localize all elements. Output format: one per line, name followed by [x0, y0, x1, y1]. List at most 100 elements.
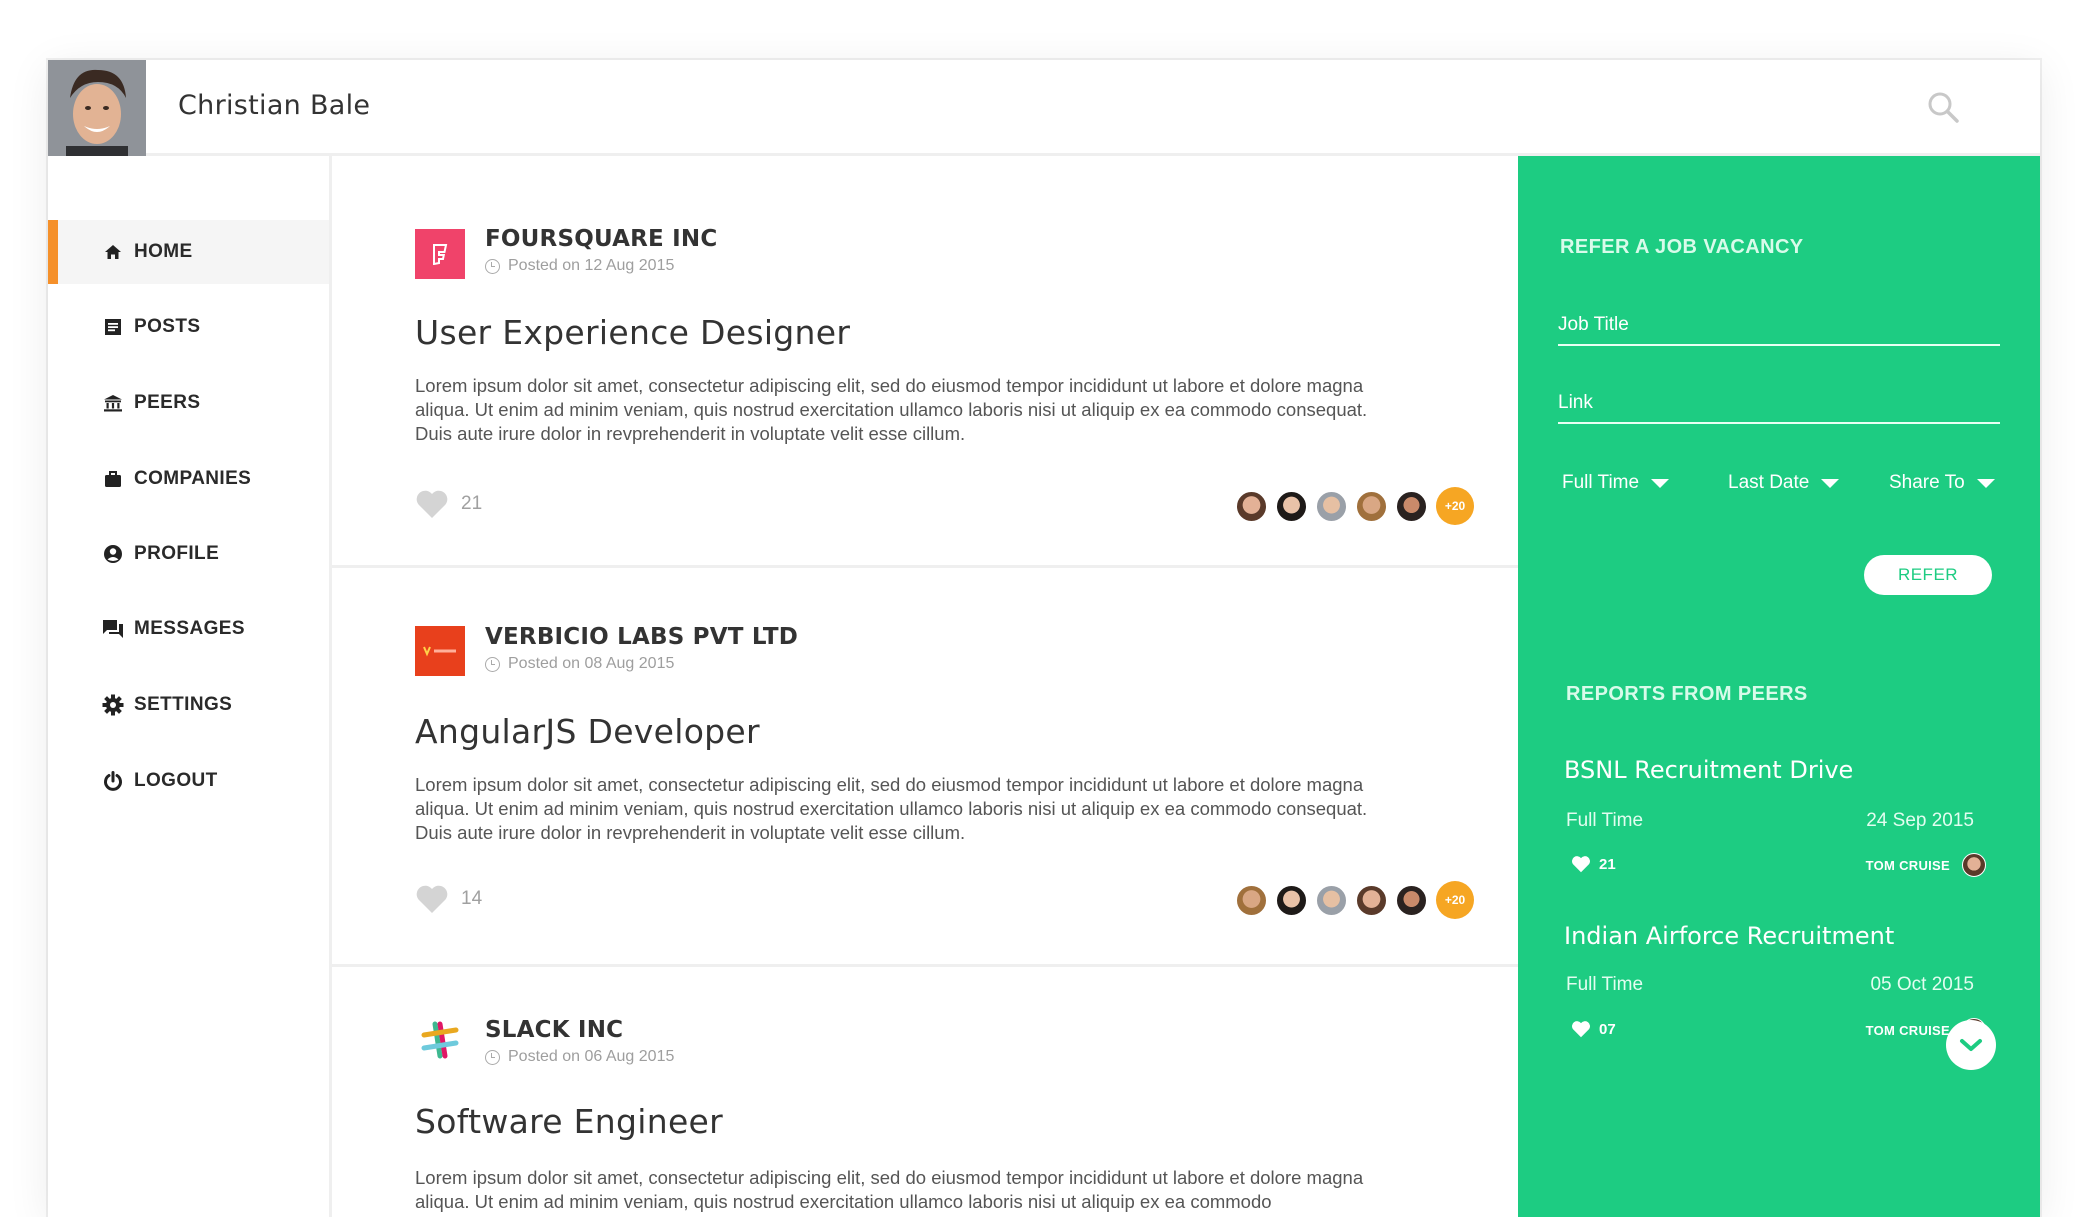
link-field[interactable]: Link [1558, 392, 2000, 424]
job-description: Lorem ipsum dolor sit amet, consectetur … [415, 375, 1368, 444]
more-peers-badge[interactable]: +20 [1436, 881, 1474, 919]
messages-icon [102, 618, 124, 640]
avatar[interactable] [1395, 489, 1428, 523]
job-card[interactable]: FOURSQUARE INC Posted on 12 Aug 2015 Use… [332, 156, 1518, 568]
refer-heading: REFER A JOB VACANCY [1560, 236, 1804, 258]
report-author-name: TOM CRUISE [1865, 857, 1950, 873]
like-button[interactable]: 14 [415, 884, 482, 914]
sidebar-item-label: HOME [134, 241, 193, 262]
avatar[interactable] [1275, 489, 1308, 523]
more-peers-badge[interactable]: +20 [1436, 487, 1474, 525]
avatar[interactable] [1355, 883, 1388, 917]
heart-icon [1571, 1021, 1591, 1038]
sidebar-item-label: COMPANIES [134, 468, 252, 489]
briefcase-icon [102, 468, 124, 490]
posted-date-text: Posted on 08 Aug 2015 [508, 655, 675, 672]
peer-avatars: +20 [1228, 487, 1474, 525]
sidebar-item-posts[interactable]: POSTS [48, 295, 329, 359]
job-type-dropdown[interactable]: Full Time [1562, 472, 1670, 494]
job-card[interactable]: VERBICIO LABS PVT LTD Posted on 08 Aug 2… [332, 568, 1518, 967]
scroll-down-button[interactable] [1946, 1020, 1996, 1070]
sidebar-item-logout[interactable]: LOGOUT [48, 749, 329, 813]
top-header: Christian Bale [48, 60, 2040, 156]
job-title[interactable]: Software Engineer [415, 1102, 723, 1141]
slack-logo [415, 1015, 465, 1065]
sidebar-item-label: PROFILE [134, 543, 220, 564]
company-name[interactable]: VERBICIO LABS PVT LTD [485, 624, 798, 650]
avatar [1962, 853, 1986, 877]
avatar[interactable] [48, 60, 146, 156]
app-window: Christian Bale HOME POSTS PEERS COMPANIE… [48, 60, 2040, 1217]
company-name[interactable]: SLACK INC [485, 1017, 623, 1043]
chevron-down-icon [1821, 478, 1840, 488]
company-name[interactable]: FOURSQUARE INC [485, 226, 717, 252]
avatar[interactable] [1355, 489, 1388, 523]
avatar[interactable] [1315, 883, 1348, 917]
sidebar-item-label: PEERS [134, 392, 201, 413]
job-description: Lorem ipsum dolor sit amet, consectetur … [415, 774, 1368, 843]
report-type: Full Time [1566, 974, 1644, 995]
like-button[interactable]: 21 [415, 489, 482, 519]
user-name: Christian Bale [178, 90, 371, 121]
like-count: 21 [461, 493, 483, 514]
reports-heading: REPORTS FROM PEERS [1566, 683, 1808, 705]
job-title[interactable]: AngularJS Developer [415, 712, 760, 751]
peers-icon [102, 392, 124, 414]
chevron-down-icon [1651, 478, 1670, 488]
avatar[interactable] [1275, 883, 1308, 917]
sidebar-item-peers[interactable]: PEERS [48, 371, 329, 435]
report-like-count: 21 [1599, 855, 1616, 873]
avatar[interactable] [1235, 489, 1268, 523]
dropdown-label: Full Time [1562, 472, 1640, 493]
last-date-dropdown[interactable]: Last Date [1728, 472, 1840, 494]
avatar[interactable] [1395, 883, 1428, 917]
sidebar-item-settings[interactable]: SETTINGS [48, 673, 329, 737]
report-like-button[interactable]: 21 [1571, 855, 1616, 873]
peer-avatars: +20 [1228, 881, 1474, 919]
report-like-count: 07 [1599, 1020, 1616, 1038]
profile-icon [102, 543, 124, 565]
report-date: 24 Sep 2015 [1866, 810, 1974, 831]
report-type: Full Time [1566, 810, 1644, 831]
chevron-down-icon [1960, 1039, 1982, 1051]
search-button[interactable] [1926, 90, 1962, 126]
sidebar-item-label: SETTINGS [134, 694, 233, 715]
sidebar-item-messages[interactable]: MESSAGES [48, 597, 329, 661]
job-title-field[interactable]: Job Title [1558, 314, 2000, 346]
search-icon [1928, 92, 1959, 123]
sidebar-item-label: LOGOUT [134, 770, 218, 791]
dropdown-label: Last Date [1728, 472, 1810, 493]
verbicio-logo [415, 626, 465, 676]
sidebar: HOME POSTS PEERS COMPANIES PROFILE MESSA… [48, 156, 332, 1217]
posts-icon [102, 316, 124, 338]
heart-icon [1571, 856, 1591, 873]
refer-panel: REFER A JOB VACANCY Job Title Link Full … [1518, 156, 2040, 1217]
sidebar-item-companies[interactable]: COMPANIES [48, 447, 329, 511]
like-count: 14 [461, 888, 483, 909]
posted-date: Posted on 06 Aug 2015 [485, 1048, 674, 1066]
power-icon [102, 770, 124, 792]
sidebar-item-profile[interactable]: PROFILE [48, 522, 329, 586]
avatar[interactable] [1235, 883, 1268, 917]
report-author-name: TOM CRUISE [1865, 1022, 1950, 1038]
report-author[interactable]: TOM CRUISE [1866, 853, 1986, 877]
posted-date-text: Posted on 12 Aug 2015 [508, 257, 675, 274]
report-title[interactable]: BSNL Recruitment Drive [1564, 756, 1853, 784]
chevron-down-icon [1976, 478, 1995, 488]
sidebar-item-home[interactable]: HOME [48, 220, 329, 284]
share-to-dropdown[interactable]: Share To [1889, 472, 1995, 494]
foursquare-logo [415, 229, 465, 279]
report-title[interactable]: Indian Airforce Recruitment [1564, 922, 1894, 950]
sidebar-item-label: MESSAGES [134, 618, 245, 639]
job-card[interactable]: SLACK INC Posted on 06 Aug 2015 Software… [332, 967, 1518, 1217]
sidebar-item-label: POSTS [134, 316, 201, 337]
clock-icon [485, 1049, 500, 1065]
refer-button[interactable]: REFER [1864, 555, 1992, 595]
clock-icon [485, 258, 500, 274]
report-like-button[interactable]: 07 [1571, 1020, 1616, 1038]
heart-icon [416, 885, 448, 913]
avatar[interactable] [1315, 489, 1348, 523]
home-icon [102, 241, 124, 263]
posted-date: Posted on 08 Aug 2015 [485, 655, 674, 673]
job-title[interactable]: User Experience Designer [415, 313, 850, 352]
